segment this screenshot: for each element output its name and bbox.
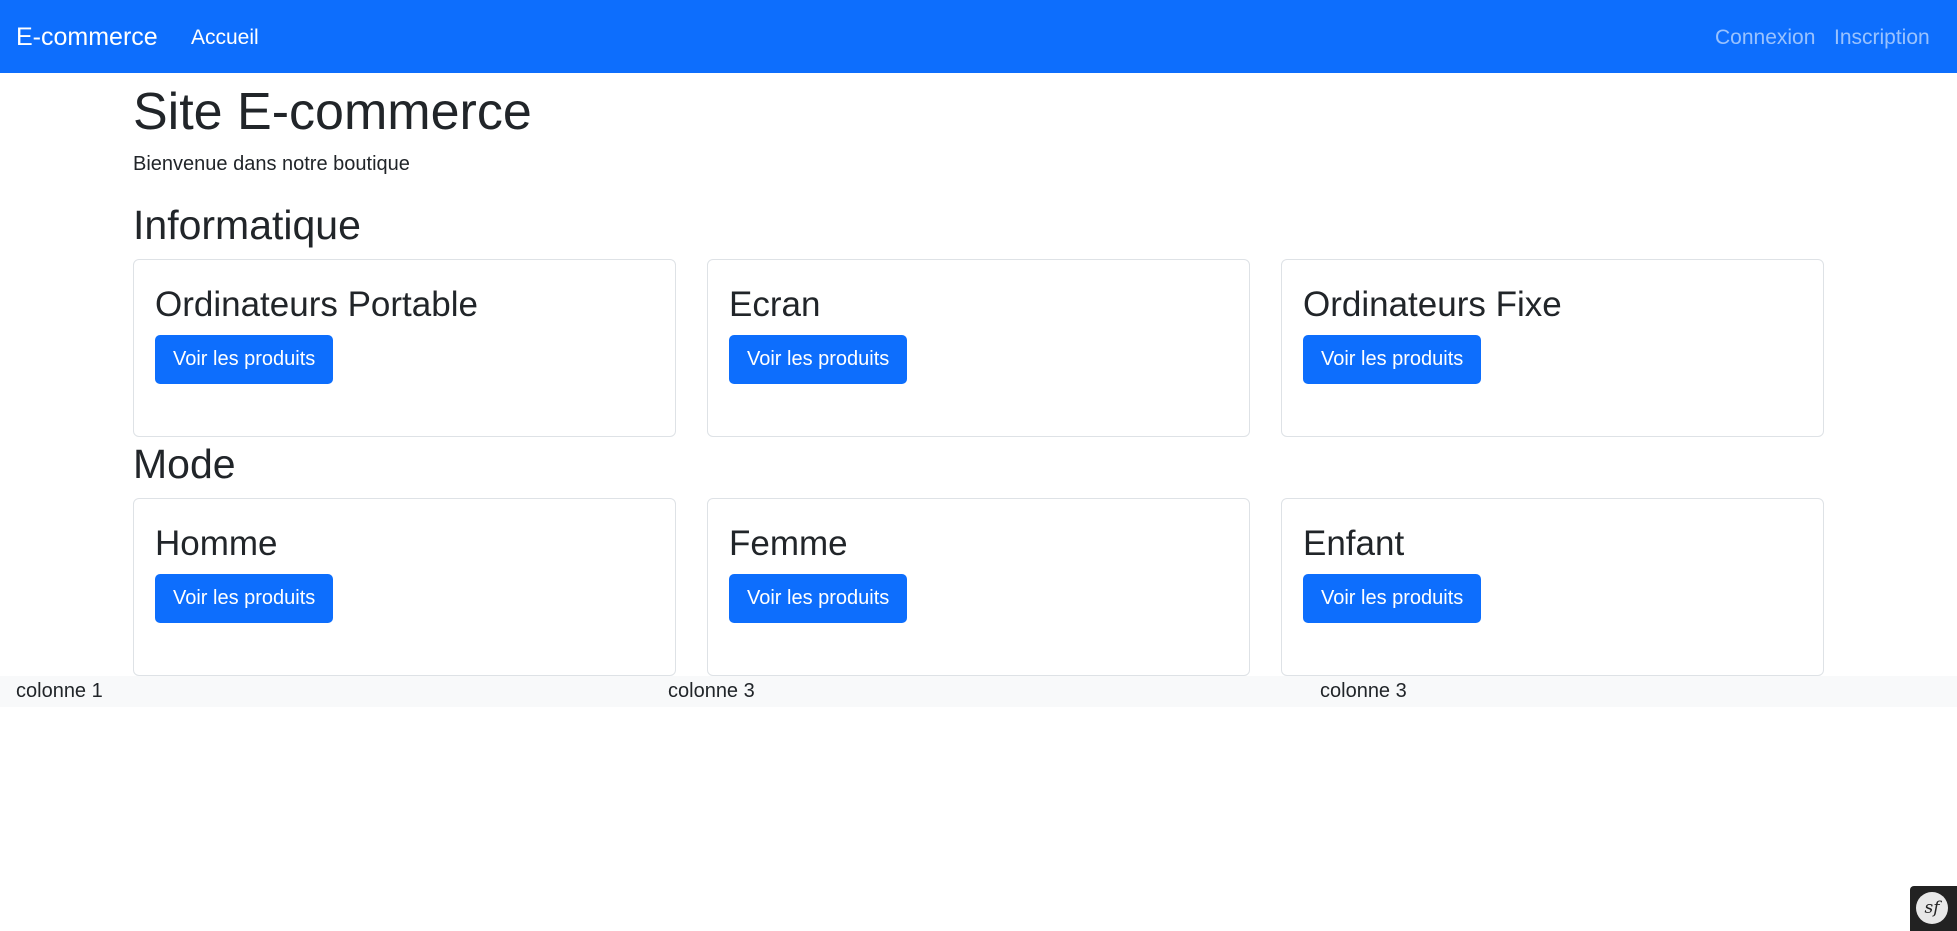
footer-column-3: colonne 3 <box>1320 680 1407 702</box>
page-title: Site E-commerce <box>133 83 532 141</box>
card-title: Ordinateurs Portable <box>155 285 478 324</box>
symfony-logo-icon: sf <box>1916 892 1948 924</box>
category-card: Ordinateurs Fixe Voir les produits <box>1281 259 1824 437</box>
section-title-informatique: Informatique <box>133 202 361 248</box>
nav-login-link[interactable]: Connexion <box>1715 25 1815 51</box>
brand-link[interactable]: E-commerce <box>16 22 158 52</box>
card-title: Ecran <box>729 285 821 324</box>
card-title: Enfant <box>1303 524 1405 563</box>
view-products-button[interactable]: Voir les produits <box>155 574 334 623</box>
card-title: Homme <box>155 524 278 563</box>
view-products-button[interactable]: Voir les produits <box>729 574 908 623</box>
nav-register-link[interactable]: Inscription <box>1834 25 1930 51</box>
debug-toolbar-toggle[interactable]: sf <box>1910 886 1957 931</box>
card-title: Femme <box>729 524 848 563</box>
card-title: Ordinateurs Fixe <box>1303 285 1562 324</box>
footer: colonne 1 colonne 3 colonne 3 <box>0 676 1957 707</box>
footer-column-1: colonne 1 <box>16 680 103 702</box>
view-products-button[interactable]: Voir les produits <box>1303 335 1482 384</box>
view-products-button[interactable]: Voir les produits <box>1303 574 1482 623</box>
footer-column-2: colonne 3 <box>668 680 755 702</box>
navbar: E-commerce Accueil Connexion Inscription <box>0 0 1957 73</box>
view-products-button[interactable]: Voir les produits <box>729 335 908 384</box>
category-card: Ordinateurs Portable Voir les produits <box>133 259 676 437</box>
page-subtitle: Bienvenue dans notre boutique <box>133 153 410 175</box>
view-products-button[interactable]: Voir les produits <box>155 335 334 384</box>
category-card: Femme Voir les produits <box>707 498 1250 676</box>
nav-home-link[interactable]: Accueil <box>191 25 259 51</box>
category-card: Ecran Voir les produits <box>707 259 1250 437</box>
section-title-mode: Mode <box>133 441 236 487</box>
category-card: Homme Voir les produits <box>133 498 676 676</box>
category-card: Enfant Voir les produits <box>1281 498 1824 676</box>
